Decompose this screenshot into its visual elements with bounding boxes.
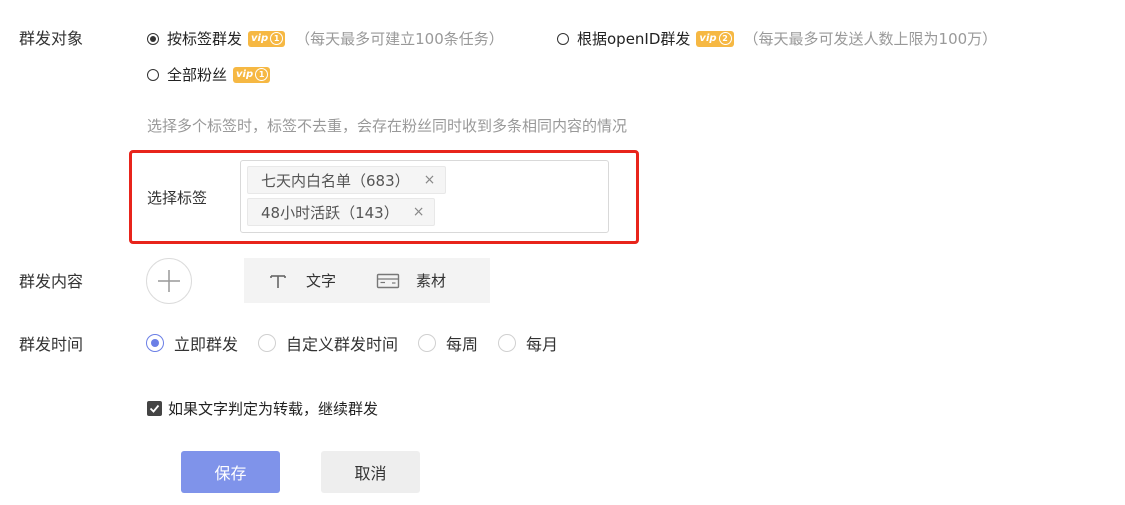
time-option-monthly[interactable]: 每月	[498, 331, 558, 355]
vip-badge: vip 1	[248, 30, 286, 47]
time-radio[interactable]	[418, 334, 437, 352]
target-option-label: 全部粉丝	[167, 66, 228, 84]
time-radio[interactable]	[258, 334, 277, 352]
text-t-icon	[270, 274, 286, 288]
time-radio[interactable]	[498, 334, 517, 352]
radio-by-openid[interactable]	[557, 32, 569, 45]
tag-chip: 七天内白名单（683） ×	[247, 166, 447, 194]
tag-remove-icon[interactable]: ×	[413, 204, 425, 220]
repost-checkbox-row[interactable]: 如果文字判定为转载，继续群发	[147, 398, 378, 419]
time-option-custom[interactable]: 自定义群发时间	[258, 331, 398, 355]
tag-chip: 48小时活跃（143） ×	[247, 198, 436, 226]
add-content-button[interactable]	[146, 258, 192, 304]
time-options: 立即群发 自定义群发时间 每周 每月	[146, 331, 578, 355]
time-option-label: 立即群发	[174, 335, 239, 354]
tag-chip-label: 48小时活跃（143）	[261, 203, 399, 222]
target-option-by-tag[interactable]: 按标签群发 vip 1 （每天最多可建立100条任务）	[147, 28, 504, 49]
check-icon	[149, 404, 160, 413]
target-option-label: 按标签群发	[167, 30, 243, 48]
target-option-label: 根据openID群发	[577, 30, 691, 48]
tag-select-label: 选择标签	[147, 189, 208, 207]
save-button[interactable]: 保存	[181, 451, 280, 493]
content-label: 群发内容	[19, 272, 84, 291]
time-radio[interactable]	[146, 334, 164, 352]
tag-remove-icon[interactable]: ×	[424, 172, 436, 188]
vip-level: 2	[718, 32, 732, 45]
time-option-label: 自定义群发时间	[286, 335, 399, 354]
target-description: 选择多个标签时，标签不去重，会存在粉丝同时收到多条相同内容的情况	[147, 117, 628, 135]
target-option-by-openid[interactable]: 根据openID群发 vip 2 （每天最多可发送人数上限为100万）	[557, 28, 997, 49]
content-type-label: 文字	[306, 272, 337, 290]
target-option-hint: （每天最多可发送人数上限为100万）	[743, 30, 998, 48]
time-label: 群发时间	[19, 335, 84, 354]
repost-checkbox[interactable]	[147, 401, 162, 416]
vip-level: 1	[255, 68, 269, 81]
repost-label: 如果文字判定为转载，继续群发	[168, 400, 379, 418]
card-icon	[376, 273, 400, 288]
target-option-hint: （每天最多可建立100条任务）	[295, 30, 504, 48]
content-type-bar: 文字 素材	[244, 258, 490, 303]
vip-badge: vip 2	[696, 30, 734, 47]
tag-select-input[interactable]: 七天内白名单（683） × 48小时活跃（143） ×	[240, 160, 609, 233]
time-option-label: 每月	[526, 335, 559, 354]
cancel-button[interactable]: 取消	[321, 451, 420, 493]
plus-icon	[158, 270, 180, 292]
target-label: 群发对象	[19, 29, 84, 48]
time-option-weekly[interactable]: 每周	[418, 331, 478, 355]
tag-chip-label: 七天内白名单（683）	[261, 171, 410, 190]
time-option-label: 每周	[446, 335, 479, 354]
content-type-material[interactable]: 素材	[376, 270, 446, 291]
time-option-now[interactable]: 立即群发	[146, 331, 238, 355]
radio-by-tag[interactable]	[147, 32, 159, 45]
target-option-all-fans[interactable]: 全部粉丝 vip 1	[147, 64, 271, 85]
vip-level: 1	[270, 32, 284, 45]
vip-badge: vip 1	[233, 66, 271, 83]
content-type-label: 素材	[416, 272, 447, 290]
radio-all-fans[interactable]	[147, 68, 159, 81]
content-type-text[interactable]: 文字	[268, 270, 336, 291]
